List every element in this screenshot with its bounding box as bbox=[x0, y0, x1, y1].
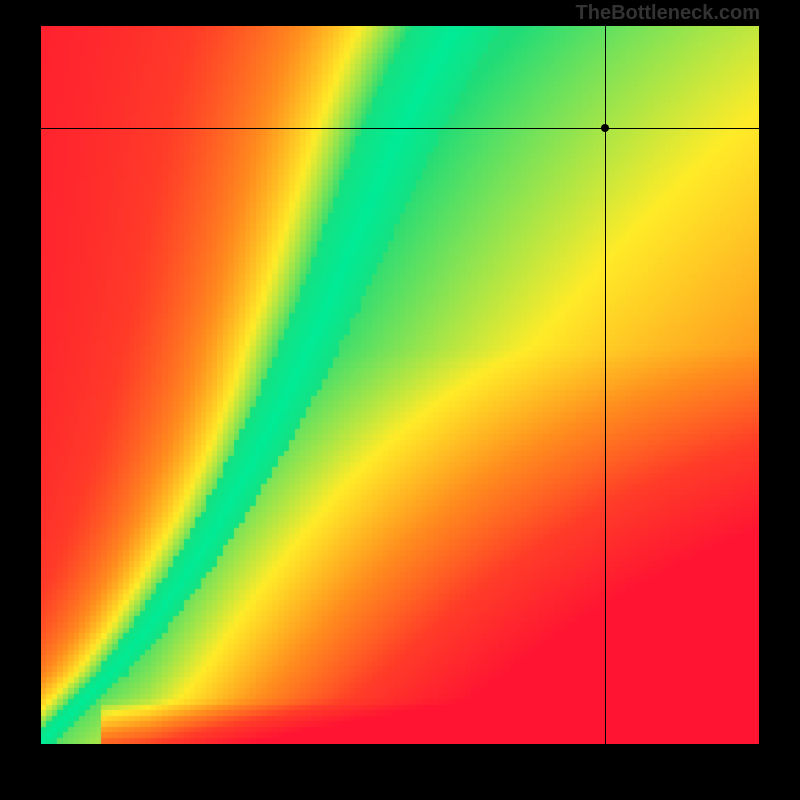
heatmap-plot bbox=[41, 26, 759, 744]
page-root: TheBottleneck.com bbox=[0, 0, 800, 800]
watermark-text: TheBottleneck.com bbox=[576, 2, 760, 25]
crosshair-vertical bbox=[605, 26, 606, 744]
heatmap-canvas bbox=[41, 26, 759, 744]
crosshair-horizontal bbox=[41, 128, 759, 129]
